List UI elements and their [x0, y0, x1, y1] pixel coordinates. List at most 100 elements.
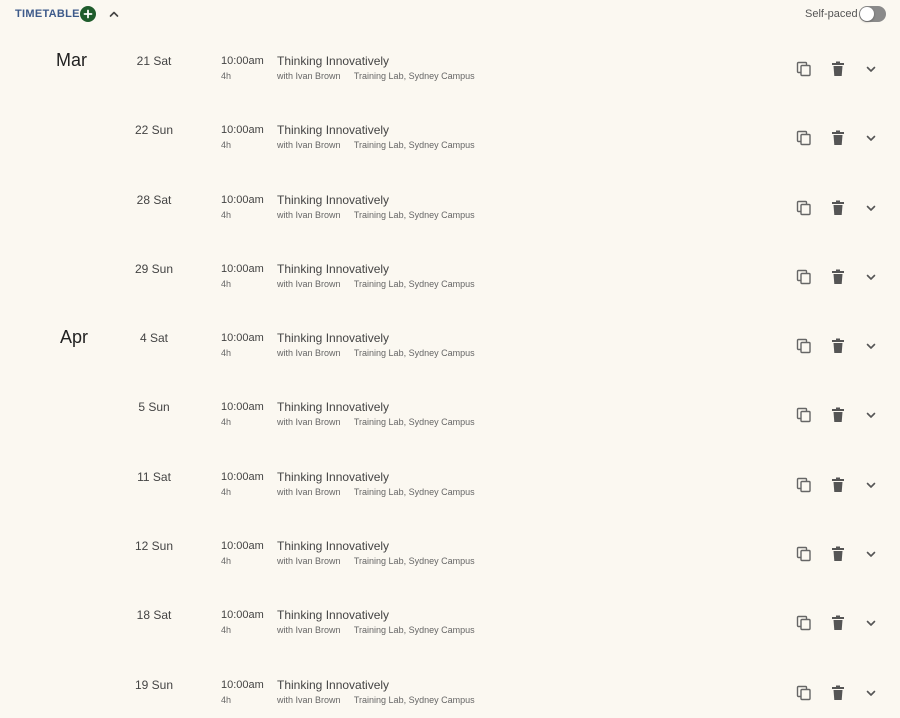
course-title: Thinking Innovatively	[277, 54, 390, 68]
trash-icon	[832, 130, 844, 146]
chevron-up-icon	[109, 11, 119, 17]
session-list: Mar 21 Sat 10:00am 4h Thinking Innovativ…	[0, 36, 900, 718]
copy-button[interactable]	[795, 268, 813, 286]
session-meta: with Ivan Brown Training Lab, Sydney Cam…	[277, 71, 475, 81]
self-paced-toggle[interactable]	[859, 6, 886, 22]
copy-icon	[796, 616, 811, 631]
trash-icon	[832, 546, 844, 562]
copy-button[interactable]	[795, 60, 813, 78]
delete-button[interactable]	[829, 199, 847, 217]
delete-button[interactable]	[829, 545, 847, 563]
copy-icon	[796, 685, 811, 700]
session-duration: 4h	[221, 625, 232, 636]
session-meta: with Ivan Brown Training Lab, Sydney Cam…	[277, 348, 475, 358]
timetable-header: TIMETABLE Self-paced	[0, 0, 900, 28]
chevron-down-icon	[866, 690, 876, 696]
expand-button[interactable]	[862, 199, 880, 217]
session-date: 28 Sat	[136, 192, 172, 207]
add-session-button[interactable]	[80, 6, 96, 22]
location-label: Training Lab, Sydney Campus	[353, 556, 475, 567]
delete-button[interactable]	[829, 476, 847, 494]
session-duration: 4h	[221, 348, 232, 359]
expand-button[interactable]	[862, 614, 880, 632]
instructor-label: with Ivan Brown	[277, 694, 341, 705]
expand-button[interactable]	[862, 129, 880, 147]
expand-button[interactable]	[862, 406, 880, 424]
copy-icon	[796, 546, 811, 562]
session-date: 21 Sat	[136, 54, 172, 68]
trash-icon	[832, 338, 844, 354]
location-label: Training Lab, Sydney Campus	[353, 71, 475, 81]
copy-button[interactable]	[795, 406, 813, 424]
expand-button[interactable]	[862, 268, 880, 286]
session-meta: with Ivan Brown Training Lab, Sydney Cam…	[277, 279, 475, 289]
chevron-down-icon	[866, 551, 876, 557]
session-meta: with Ivan Brown Training Lab, Sydney Cam…	[277, 210, 475, 220]
location-label: Training Lab, Sydney Campus	[353, 278, 475, 289]
copy-button[interactable]	[795, 614, 813, 632]
copy-button[interactable]	[795, 199, 813, 217]
delete-button[interactable]	[829, 614, 847, 632]
session-meta: with Ivan Brown Training Lab, Sydney Cam…	[277, 140, 475, 150]
course-title: Thinking Innovatively	[277, 539, 390, 554]
toggle-knob	[860, 7, 874, 21]
copy-button[interactable]	[795, 476, 813, 494]
expand-button[interactable]	[862, 337, 880, 355]
course-title: Thinking Innovatively	[277, 608, 390, 623]
delete-button[interactable]	[829, 337, 847, 355]
chevron-down-icon	[866, 482, 876, 488]
session-row: 5 Sun 10:00am 4h Thinking Innovatively w…	[0, 382, 900, 451]
expand-button[interactable]	[862, 545, 880, 563]
copy-button[interactable]	[795, 129, 813, 147]
course-title: Thinking Innovatively	[277, 331, 390, 346]
timetable-title: TIMETABLE	[15, 8, 80, 20]
session-duration: 4h	[221, 71, 232, 81]
location-label: Training Lab, Sydney Campus	[353, 209, 475, 220]
session-row: 29 Sun 10:00am 4h Thinking Innovatively …	[0, 244, 900, 313]
expand-button[interactable]	[862, 476, 880, 494]
course-title: Thinking Innovatively	[277, 469, 390, 484]
session-duration: 4h	[221, 140, 232, 151]
expand-button[interactable]	[862, 684, 880, 702]
location-label: Training Lab, Sydney Campus	[353, 417, 475, 428]
course-title: Thinking Innovatively	[277, 261, 390, 276]
location-label: Training Lab, Sydney Campus	[353, 486, 475, 497]
session-row: 28 Sat 10:00am 4h Thinking Innovatively …	[0, 175, 900, 244]
session-row: 11 Sat 10:00am 4h Thinking Innovatively …	[0, 452, 900, 521]
session-date: 22 Sun	[134, 123, 174, 138]
delete-button[interactable]	[829, 268, 847, 286]
session-time: 10:00am	[221, 262, 264, 275]
delete-button[interactable]	[829, 129, 847, 147]
instructor-label: with Ivan Brown	[277, 486, 341, 497]
delete-button[interactable]	[829, 60, 847, 78]
collapse-timetable-button[interactable]	[106, 6, 122, 22]
session-time: 10:00am	[221, 540, 264, 553]
trash-icon	[832, 615, 844, 631]
trash-icon	[832, 200, 844, 215]
chevron-down-icon	[866, 621, 876, 627]
session-duration: 4h	[221, 486, 232, 497]
session-row: 12 Sun 10:00am 4h Thinking Innovatively …	[0, 521, 900, 590]
session-meta: with Ivan Brown Training Lab, Sydney Cam…	[277, 695, 475, 705]
delete-button[interactable]	[829, 684, 847, 702]
session-time: 10:00am	[221, 470, 264, 483]
session-row: 19 Sun 10:00am 4h Thinking Innovatively …	[0, 660, 900, 718]
session-duration: 4h	[221, 694, 232, 705]
trash-icon	[832, 407, 844, 423]
chevron-down-icon	[866, 135, 876, 142]
course-title: Thinking Innovatively	[277, 677, 390, 692]
session-meta: with Ivan Brown Training Lab, Sydney Cam…	[277, 556, 475, 566]
session-row: 18 Sat 10:00am 4h Thinking Innovatively …	[0, 590, 900, 659]
location-label: Training Lab, Sydney Campus	[353, 625, 475, 636]
instructor-label: with Ivan Brown	[277, 417, 341, 428]
copy-button[interactable]	[795, 684, 813, 702]
copy-icon	[796, 477, 811, 492]
month-label: Apr	[60, 327, 89, 348]
copy-button[interactable]	[795, 545, 813, 563]
copy-button[interactable]	[795, 337, 813, 355]
self-paced-label: Self-paced	[805, 8, 858, 20]
expand-button[interactable]	[862, 60, 880, 78]
delete-button[interactable]	[829, 406, 847, 424]
trash-icon	[832, 269, 844, 284]
session-time: 10:00am	[221, 401, 264, 414]
